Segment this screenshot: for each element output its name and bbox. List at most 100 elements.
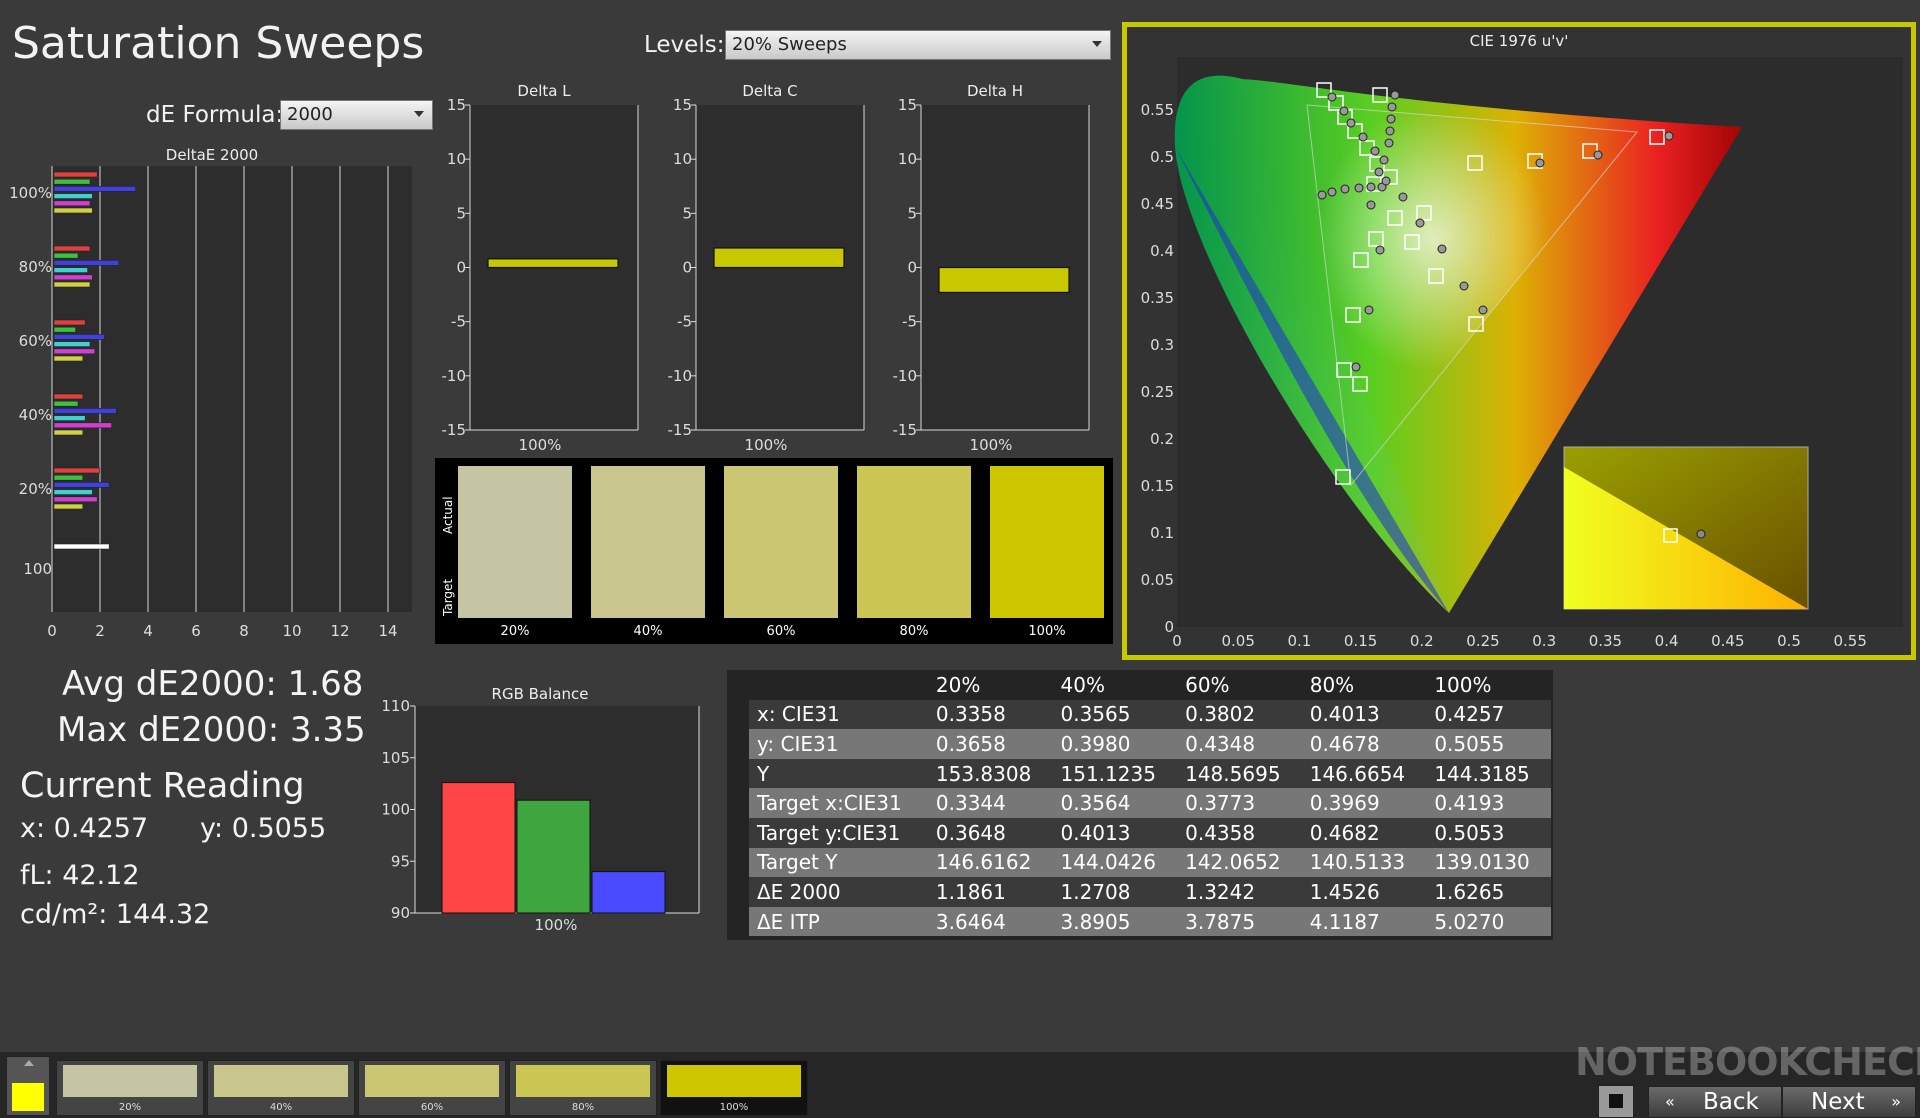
table-cell: 5.0270 xyxy=(1434,909,1505,934)
table-row: x: CIE31 0.3358 0.3565 0.3802 0.4013 0.4257 xyxy=(749,699,1551,730)
data-table: 20% 40% 60% 80% 100% x: CIE31 0.3358 0.3565 0.38… xyxy=(749,670,1551,937)
deltae-group-label: 40% xyxy=(19,406,52,424)
cie-x-tick: 0.4 xyxy=(1655,632,1679,650)
cie-actual-marker xyxy=(1358,132,1368,142)
table-cell: 4.1187 xyxy=(1309,909,1380,934)
next-label: Next xyxy=(1811,1089,1865,1115)
table-cell: 1.1861 xyxy=(935,879,1006,904)
table-row: ΔE ITP 3.6464 3.8905 3.7875 4.1187 5.0270 xyxy=(749,906,1551,937)
deltae-group-label: 80% xyxy=(19,258,52,276)
current-color-swatch xyxy=(12,1083,44,1111)
color-swatch xyxy=(458,466,572,618)
back-button[interactable]: « Back xyxy=(1648,1086,1782,1118)
deltae-bar xyxy=(53,415,86,421)
deltae-bar xyxy=(53,245,91,252)
deltae-bar xyxy=(53,319,86,326)
table-cell: 0.5055 xyxy=(1434,731,1505,756)
table-header-cell: 20% xyxy=(935,672,981,697)
color-swatch xyxy=(724,466,838,618)
table-cell: 0.3564 xyxy=(1060,791,1131,816)
table-cell: 148.5695 xyxy=(1185,761,1281,786)
sweep-thumbnail[interactable]: 100% xyxy=(660,1060,808,1116)
table-row: Target x:CIE31 0.3344 0.3564 0.3773 0.3969 0.… xyxy=(749,788,1551,818)
table-cell: 0.4013 xyxy=(1060,820,1131,845)
sweep-thumbnail[interactable]: 20% xyxy=(56,1060,204,1116)
cie-actual-marker xyxy=(1664,131,1674,141)
cie-y-tick: 0.45 xyxy=(1141,195,1174,213)
cie-x-tick: 0.5 xyxy=(1777,632,1801,650)
next-button[interactable]: Next » xyxy=(1782,1086,1916,1118)
thumbnail-label: 100% xyxy=(719,1102,749,1113)
delta-y-tick: 5 xyxy=(456,204,466,222)
levels-dropdown[interactable]: 20% Sweeps xyxy=(725,30,1111,60)
cie-y-tick: 0.4 xyxy=(1150,242,1174,260)
delta-y-tick: 0 xyxy=(682,259,692,277)
table-cell: 0.3358 xyxy=(935,702,1006,727)
delta-charts: Delta L 15 10 5 0 -5 -10 -15 100% Delta C 15 10 5 0 -5… xyxy=(442,82,1090,454)
deltae-bar xyxy=(53,489,93,495)
rgb-y-tick: 105 xyxy=(381,749,410,767)
deltae-bar xyxy=(53,267,88,273)
rgb-y-tick: 100 xyxy=(381,801,410,819)
reading-fl: fL: 42.12 xyxy=(20,860,140,891)
table-cell: Target x:CIE31 xyxy=(757,791,902,816)
cie-actual-marker xyxy=(1386,114,1396,124)
current-color-tile[interactable] xyxy=(6,1056,50,1116)
table-header-cell: 40% xyxy=(1060,672,1105,697)
sweep-thumbnail[interactable]: 40% xyxy=(207,1060,355,1116)
rgb-y-tick: 110 xyxy=(381,697,410,715)
cie-y-tick: 0.55 xyxy=(1141,101,1174,119)
deltae-x-tick: 12 xyxy=(330,622,349,640)
cie-actual-marker xyxy=(1379,155,1389,165)
cie-y-tick: 0.3 xyxy=(1150,336,1174,354)
rgb-bar xyxy=(441,782,516,914)
table-cell: 0.3344 xyxy=(935,791,1006,816)
table-cell: 1.4526 xyxy=(1309,879,1380,904)
swatch-label: 40% xyxy=(633,624,663,639)
table-cell: Target y:CIE31 xyxy=(757,820,901,845)
cie-actual-marker xyxy=(1387,102,1397,112)
thumbnail-swatch xyxy=(214,1065,348,1097)
cie-actual-marker xyxy=(1366,182,1376,192)
stop-button[interactable] xyxy=(1598,1085,1634,1118)
delta-y-tick: -5 xyxy=(451,313,466,331)
back-arrow-icon: « xyxy=(1665,1092,1675,1111)
table-cell: 140.5133 xyxy=(1309,850,1406,875)
deltae-bar xyxy=(53,482,110,488)
table-header-row: 20% 40% 60% 80% 100% xyxy=(749,670,1551,700)
table-cell: 144.0426 xyxy=(1060,850,1156,875)
delta-category-label: 100% xyxy=(745,436,788,454)
delta-y-tick: -10 xyxy=(893,367,918,385)
table-cell: 0.4257 xyxy=(1434,702,1505,727)
delta-chart-title: Delta L xyxy=(517,82,571,100)
rgb-bar xyxy=(516,799,591,914)
delta-category-label: 100% xyxy=(519,436,562,454)
table-row: y: CIE31 0.3658 0.3980 0.4348 0.4678 0.5055 xyxy=(749,729,1551,759)
deltae-bar xyxy=(53,193,93,199)
table-header-cell xyxy=(749,670,928,700)
deltae-bar xyxy=(53,429,84,436)
table-cell: Y xyxy=(757,761,770,786)
cie-y-tick: 0.05 xyxy=(1141,571,1174,589)
thumbnail-label: 60% xyxy=(420,1102,444,1113)
table-cell: 139.0130 xyxy=(1434,850,1530,875)
de-formula-dropdown[interactable]: 2000 xyxy=(280,100,433,130)
sweep-thumbnail[interactable]: 80% xyxy=(509,1060,657,1116)
sweep-thumbnail[interactable]: 60% xyxy=(358,1060,506,1116)
table-cell: 144.3185 xyxy=(1434,761,1530,786)
thumbnail-swatch xyxy=(516,1065,650,1097)
delta-y-tick: 10 xyxy=(447,150,466,168)
deltae-bar xyxy=(53,467,100,474)
cie-actual-marker xyxy=(1340,184,1350,194)
table-cell: 0.4193 xyxy=(1434,791,1505,816)
chevron-down-icon xyxy=(1092,41,1102,47)
table-cell: ΔE 2000 xyxy=(757,879,841,904)
cie-actual-marker xyxy=(1478,305,1488,315)
cie-actual-marker xyxy=(1327,187,1337,197)
deltae-bar xyxy=(53,355,84,362)
cie-actual-marker xyxy=(1346,118,1356,128)
cie-actual-marker xyxy=(1327,92,1337,102)
deltae-bar xyxy=(53,408,117,414)
deltae-bar xyxy=(53,260,120,266)
thumbnail-swatch xyxy=(667,1065,801,1097)
